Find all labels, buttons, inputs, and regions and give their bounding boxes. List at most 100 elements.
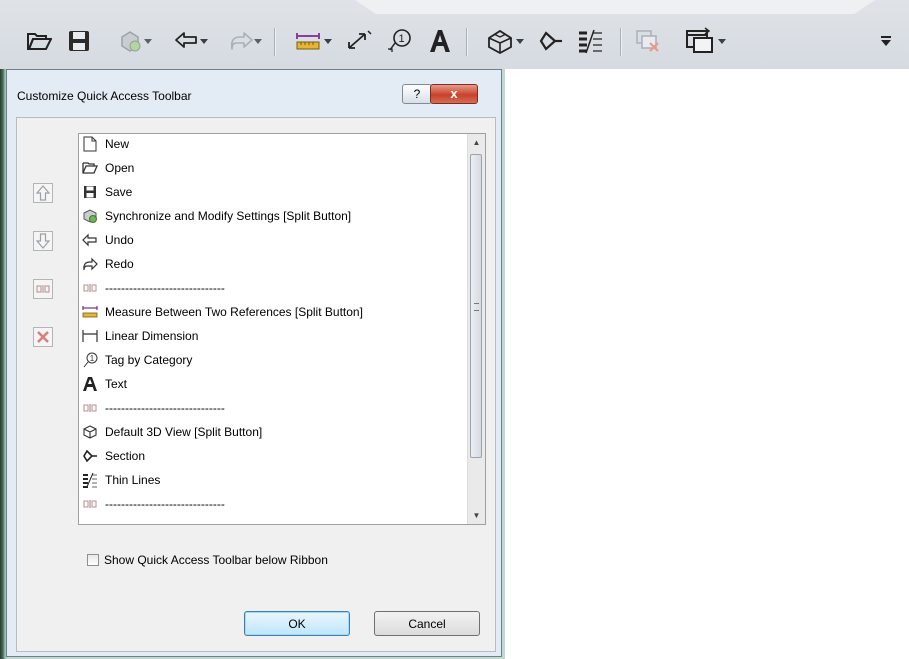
list-item[interactable]: ------------------------------ bbox=[81, 396, 461, 420]
list-item-label: Open bbox=[105, 161, 135, 175]
list-item[interactable]: Text bbox=[81, 372, 461, 396]
list-item[interactable]: Linear Dimension bbox=[81, 324, 461, 348]
undo-icon bbox=[81, 232, 99, 248]
list-item[interactable]: Thin Lines bbox=[81, 468, 461, 492]
customize-toolbar-dropdown[interactable] bbox=[876, 22, 896, 60]
thin-lines-icon bbox=[81, 472, 99, 488]
customize-dialog-window: Customize Quick Access Toolbar ? x New O… bbox=[0, 69, 505, 659]
list-item[interactable]: Undo bbox=[81, 228, 461, 252]
aligned-dimension-icon bbox=[348, 30, 372, 49]
ok-button[interactable]: OK bbox=[244, 611, 350, 636]
help-button[interactable]: ? bbox=[402, 84, 432, 104]
undo-button[interactable] bbox=[162, 22, 212, 60]
floppy-disk-icon bbox=[81, 184, 99, 200]
switch-windows-icon bbox=[686, 27, 713, 53]
list-item-label: ------------------------------ bbox=[105, 281, 225, 295]
toolbar-separator bbox=[466, 28, 468, 56]
tag-icon: 1 bbox=[81, 352, 99, 368]
svg-text:1: 1 bbox=[399, 33, 405, 45]
separator-icon bbox=[36, 285, 50, 293]
list-item-label: ------------------------------ bbox=[105, 497, 225, 511]
list-item[interactable]: Redo bbox=[81, 252, 461, 276]
move-up-button[interactable] bbox=[33, 183, 53, 203]
grip-icon bbox=[474, 303, 479, 311]
list-item-label: New bbox=[105, 137, 130, 151]
new-document-icon bbox=[81, 136, 99, 152]
folder-open-icon bbox=[81, 160, 99, 176]
list-item-label: Thin Lines bbox=[105, 473, 161, 487]
save-button[interactable] bbox=[64, 22, 94, 60]
arrow-up-icon bbox=[36, 185, 50, 201]
section-icon bbox=[539, 31, 562, 51]
text-button[interactable] bbox=[424, 22, 456, 60]
chevron-down-icon bbox=[254, 39, 262, 44]
list-item[interactable]: New bbox=[81, 134, 461, 156]
default-3d-view-button[interactable] bbox=[470, 22, 530, 60]
sync-settings-button[interactable] bbox=[106, 22, 156, 60]
list-item-label: Redo bbox=[105, 257, 134, 271]
dialog-title: Customize Quick Access Toolbar bbox=[17, 89, 192, 103]
list-item-label: Undo bbox=[105, 233, 134, 247]
sync-settings-icon bbox=[121, 31, 141, 52]
delete-button[interactable] bbox=[33, 327, 53, 347]
list-item-label: Default 3D View [Split Button] bbox=[105, 425, 263, 439]
scroll-up-arrow-icon[interactable]: ▲ bbox=[468, 134, 485, 151]
list-item[interactable]: ------------------------------ bbox=[81, 276, 461, 300]
text-icon bbox=[81, 376, 99, 392]
dialog-frame: Customize Quick Access Toolbar ? x New O… bbox=[6, 69, 502, 657]
svg-text:1: 1 bbox=[90, 354, 95, 363]
close-button[interactable]: x bbox=[430, 84, 478, 104]
tag-button[interactable]: 1 bbox=[384, 22, 416, 60]
sync-settings-icon bbox=[81, 208, 99, 224]
redo-button[interactable] bbox=[216, 22, 266, 60]
list-item[interactable]: Section bbox=[81, 444, 461, 468]
close-inactive-windows-button[interactable] bbox=[630, 22, 666, 60]
measure-button[interactable] bbox=[280, 22, 336, 60]
redo-icon bbox=[230, 32, 253, 50]
quick-access-toolbar-buttons: 1 bbox=[12, 22, 902, 60]
redo-icon bbox=[81, 256, 99, 272]
list-item-label: Tag by Category bbox=[105, 353, 193, 367]
aligned-dimension-button[interactable] bbox=[338, 22, 378, 60]
chevron-down-icon bbox=[718, 39, 726, 44]
list-item-label: Measure Between Two References [Split Bu… bbox=[105, 305, 363, 319]
list-item[interactable]: Open bbox=[81, 156, 461, 180]
scroll-thumb[interactable] bbox=[470, 154, 482, 458]
list-item[interactable]: 1 Tag by Category bbox=[81, 348, 461, 372]
separator-icon bbox=[81, 496, 99, 512]
folder-open-icon bbox=[27, 33, 52, 50]
thin-lines-icon bbox=[579, 29, 602, 54]
show-below-ribbon-checkbox[interactable] bbox=[87, 554, 99, 566]
background bbox=[505, 69, 909, 659]
dialog-content: New Open Save Synchronize and Modify Set… bbox=[16, 117, 496, 652]
cancel-button[interactable]: Cancel bbox=[374, 611, 480, 636]
move-down-button[interactable] bbox=[33, 231, 53, 251]
list-item[interactable]: ------------------------------ bbox=[81, 492, 461, 516]
measure-icon bbox=[296, 33, 320, 50]
close-windows-icon bbox=[636, 30, 659, 52]
section-icon bbox=[81, 448, 99, 464]
toolbar-separator bbox=[620, 28, 622, 56]
list-item[interactable]: Default 3D View [Split Button] bbox=[81, 420, 461, 444]
section-button[interactable] bbox=[532, 22, 568, 60]
checkbox-label: Show Quick Access Toolbar below Ribbon bbox=[104, 553, 328, 567]
scroll-down-arrow-icon[interactable]: ▼ bbox=[468, 507, 485, 524]
list-item-label: ------------------------------ bbox=[105, 401, 225, 415]
ribbon-tab-strip bbox=[355, 0, 875, 14]
toolbar-separator bbox=[274, 28, 276, 56]
add-separator-button[interactable] bbox=[33, 279, 53, 299]
show-below-ribbon-option[interactable]: Show Quick Access Toolbar below Ribbon bbox=[87, 553, 328, 567]
chevron-down-icon bbox=[324, 39, 332, 44]
3d-view-icon bbox=[488, 29, 512, 54]
list-item[interactable]: Save bbox=[81, 180, 461, 204]
list-item-label: Linear Dimension bbox=[105, 329, 199, 343]
thin-lines-button[interactable] bbox=[572, 22, 608, 60]
list-item[interactable]: Synchronize and Modify Settings [Split B… bbox=[81, 204, 461, 228]
command-list[interactable]: New Open Save Synchronize and Modify Set… bbox=[78, 133, 486, 525]
switch-windows-button[interactable] bbox=[672, 22, 728, 60]
list-scrollbar[interactable]: ▲ ▼ bbox=[467, 134, 485, 524]
tag-icon: 1 bbox=[388, 29, 411, 52]
open-button[interactable] bbox=[24, 22, 54, 60]
list-item[interactable]: Measure Between Two References [Split Bu… bbox=[81, 300, 461, 324]
delete-x-icon bbox=[37, 331, 49, 343]
